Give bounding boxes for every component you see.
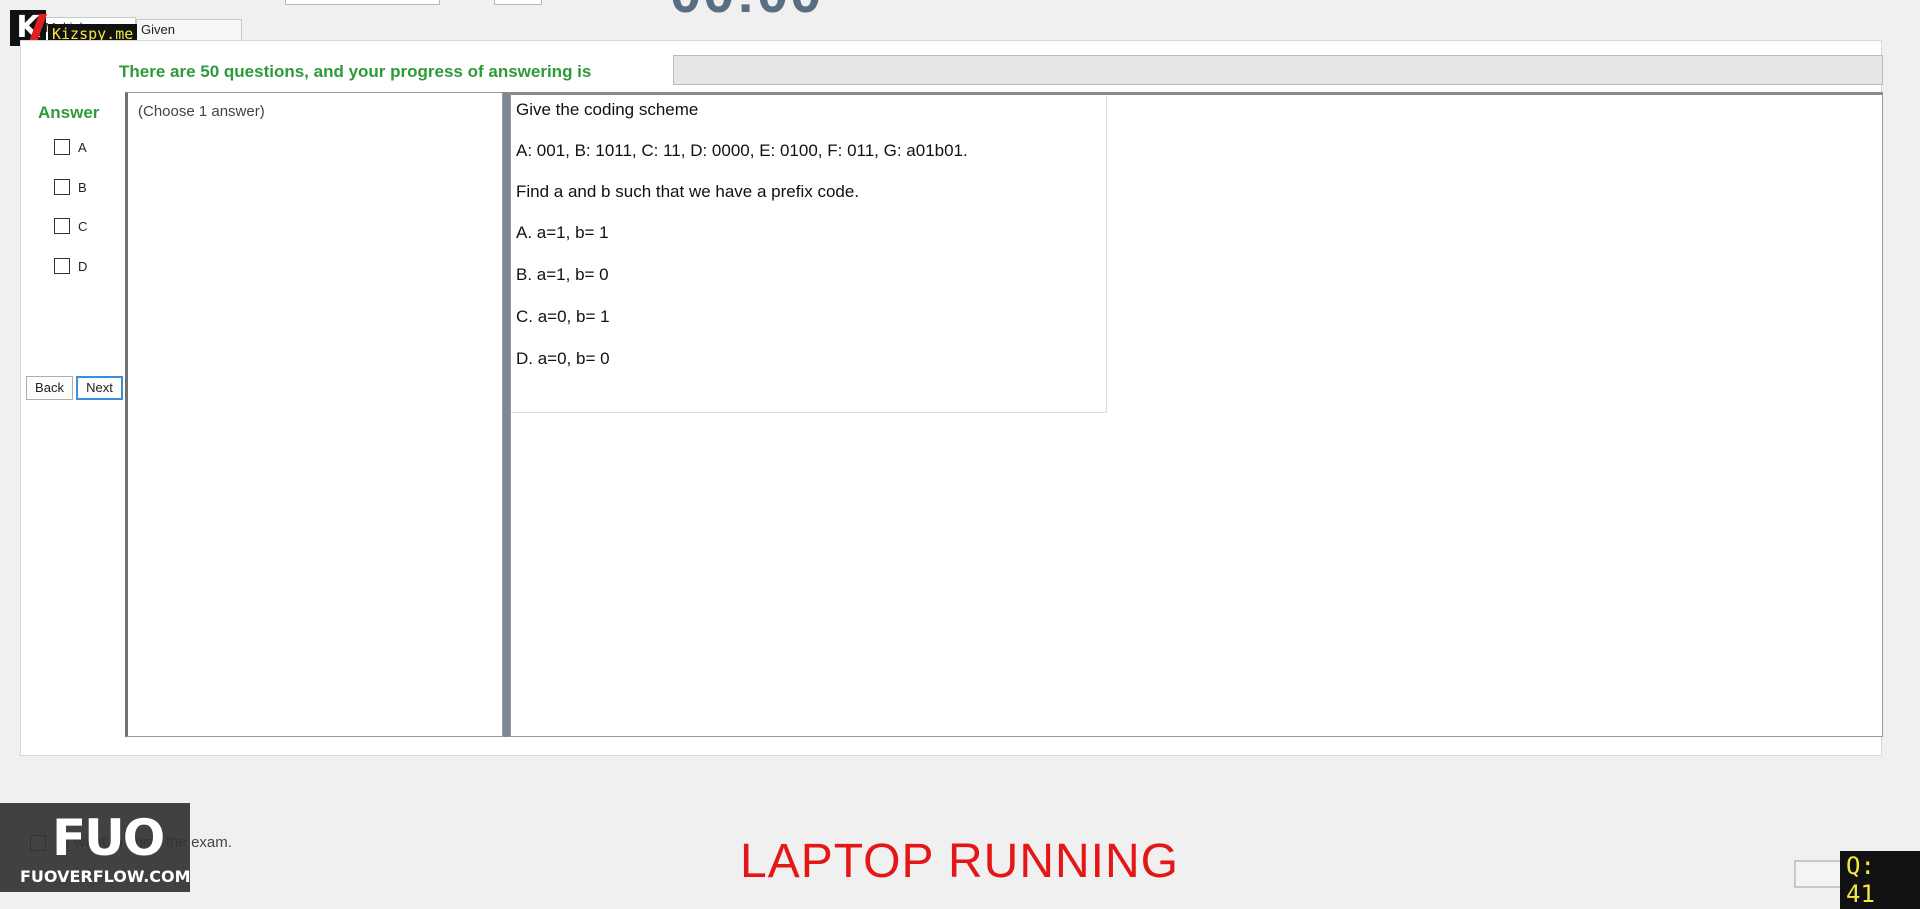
- question-line: Give the coding scheme: [516, 100, 699, 119]
- back-button[interactable]: Back: [26, 376, 73, 400]
- answer-option-c[interactable]: C: [54, 216, 87, 236]
- top-input-small[interactable]: [494, 0, 542, 5]
- option-label-d: D: [78, 258, 88, 274]
- exam-timer: 00:00: [670, 0, 823, 25]
- answer-option-a[interactable]: A: [54, 137, 87, 157]
- question-line: A: 001, B: 1011, C: 11, D: 0000, E: 0100…: [516, 141, 968, 160]
- answer-title: Answer: [38, 103, 100, 122]
- checkbox-d[interactable]: [54, 258, 70, 274]
- fuo-site-text: FUOVERFLOW.COM: [20, 867, 191, 886]
- option-label-b: B: [78, 179, 87, 195]
- checkbox-b[interactable]: [54, 179, 70, 195]
- progress-label: There are 50 questions, and your progres…: [119, 62, 592, 81]
- answer-option-b[interactable]: B: [54, 177, 87, 197]
- question-line: C. a=0, b= 1: [516, 307, 610, 326]
- answer-option-d[interactable]: D: [54, 256, 87, 276]
- question-pane: Give the coding scheme A: 001, B: 1011, …: [510, 92, 1883, 737]
- laptop-status: LAPTOP RUNNING: [740, 835, 1179, 888]
- pane-splitter[interactable]: [503, 92, 510, 737]
- question-line: Find a and b such that we have a prefix …: [516, 182, 860, 201]
- option-label-c: C: [78, 218, 88, 234]
- checkbox-a[interactable]: [54, 139, 70, 155]
- option-label-a: A: [78, 139, 87, 155]
- question-content: Give the coding scheme A: 001, B: 1011, …: [511, 95, 1107, 413]
- top-combo[interactable]: [285, 0, 440, 5]
- fuo-logo-text: FUO: [52, 809, 165, 867]
- fuoverflow-watermark: FUO FUOVERFLOW.COM: [0, 803, 191, 892]
- question-line: A. a=1, b= 1: [516, 223, 609, 242]
- choose-hint: (Choose 1 answer): [138, 103, 265, 120]
- next-button[interactable]: Next: [76, 376, 123, 400]
- answer-hint-box: (Choose 1 answer): [125, 92, 503, 737]
- question-line: D. a=0, b= 0: [516, 349, 610, 368]
- tab-given-document[interactable]: Given Document: [136, 19, 242, 57]
- checkbox-c[interactable]: [54, 218, 70, 234]
- progress-bar: [673, 55, 1883, 85]
- question-line: B. a=1, b= 0: [516, 265, 609, 284]
- question-counter-badge: Q: 41: [1840, 851, 1920, 909]
